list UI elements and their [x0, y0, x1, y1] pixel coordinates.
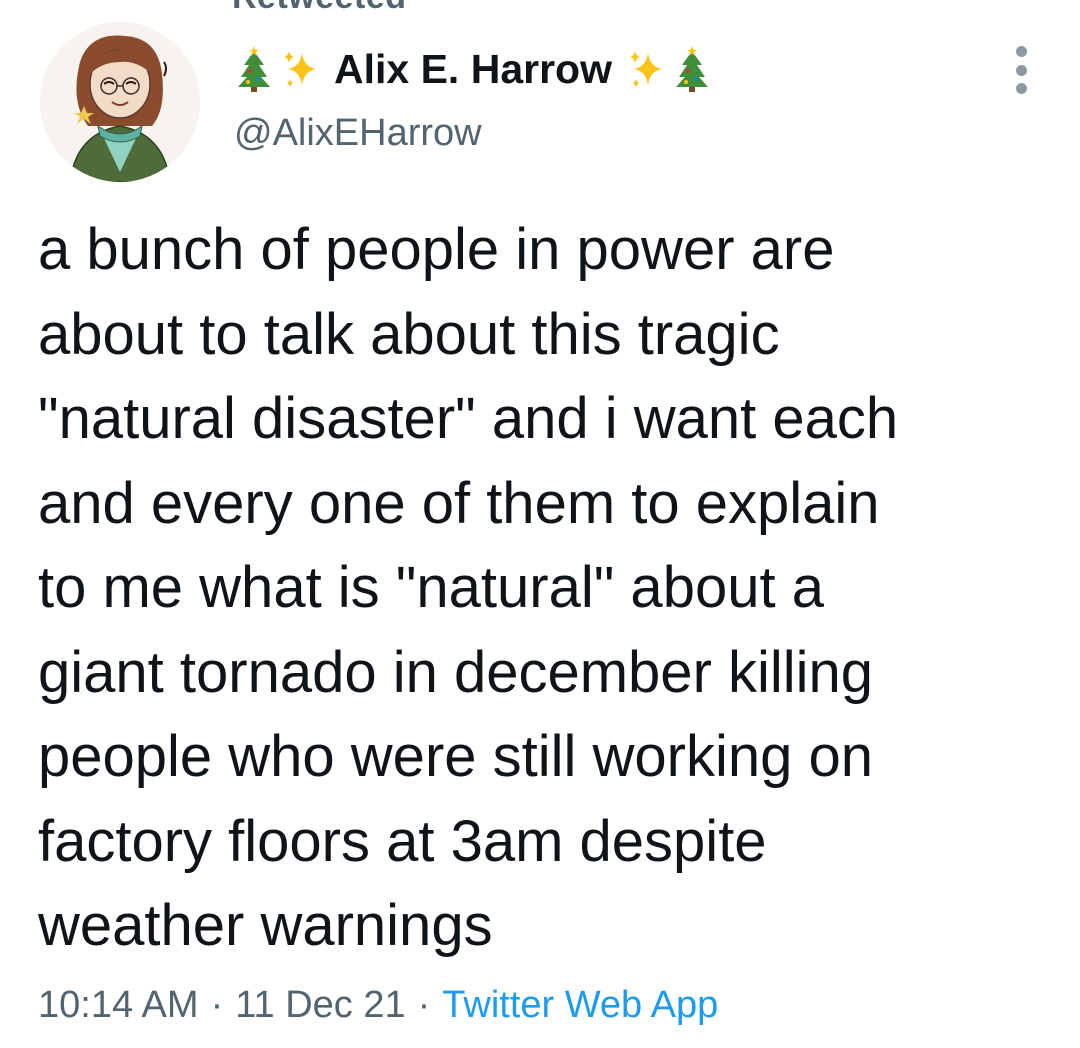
author-name-row[interactable]: Alix E. Harrow: [234, 42, 712, 96]
tweet-text-line: and every one of them to explain: [38, 470, 880, 536]
tweet-text-line: people who were still working on: [38, 724, 873, 789]
tweet-source-link[interactable]: Twitter Web App: [442, 984, 718, 1026]
tweet-text-line: to me what is "natural" about a: [38, 555, 824, 620]
avatar[interactable]: [40, 22, 200, 182]
more-dot-icon: [1015, 46, 1027, 57]
tweet-text-line: a bunch of people in power are: [38, 217, 835, 282]
more-options-button[interactable]: [1004, 40, 1038, 100]
christmas-tree-icon: [234, 45, 274, 93]
sparkles-icon: [626, 45, 666, 93]
meta-separator: ·: [417, 984, 431, 1026]
retweeted-label: Retweeted: [232, 0, 407, 17]
tweet-text-line: weather warnings: [38, 893, 493, 958]
display-name[interactable]: Alix E. Harrow: [334, 46, 612, 93]
author-handle[interactable]: @AlixEHarrow: [234, 112, 482, 155]
more-dot-icon: [1015, 64, 1027, 76]
illustrated-portrait-avatar-icon: [40, 22, 200, 182]
christmas-tree-icon: [672, 45, 712, 93]
tweet-text: a bunch of people in power are about to …: [38, 208, 1068, 969]
tweet-date[interactable]: 11 Dec 21: [235, 984, 405, 1026]
tweet-text-line: factory floors at 3am despite: [38, 808, 767, 874]
more-dot-icon: [1015, 83, 1027, 94]
tweet-text-line: "natural disaster" and i want each: [38, 386, 899, 451]
tweet-time[interactable]: 10:14 AM: [38, 984, 199, 1026]
sparkles-icon: [280, 45, 320, 93]
tweet-text-line: about to talk about this tragic: [38, 301, 780, 367]
meta-separator: ·: [210, 984, 224, 1026]
tweet-meta: 10:14 AM · 11 Dec 21 · Twitter Web App: [38, 984, 718, 1027]
tweet-text-line: giant tornado in december killing: [38, 639, 874, 705]
